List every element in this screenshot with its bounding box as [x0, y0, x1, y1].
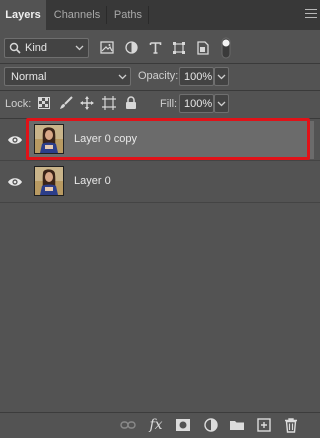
layer-name: Layer 0 copy	[74, 133, 137, 145]
chevron-down-icon	[118, 74, 127, 80]
visibility-eye-icon[interactable]	[7, 175, 23, 189]
opacity-label: Opacity:	[138, 70, 179, 82]
chevron-down-icon	[217, 101, 226, 107]
image-filter-icon[interactable]	[100, 41, 114, 54]
shape-filter-icon[interactable]	[172, 41, 186, 55]
filter-toggle-icon[interactable]	[221, 37, 231, 59]
visibility-eye-icon[interactable]	[7, 133, 23, 147]
tab-paths[interactable]: Paths	[110, 0, 146, 30]
opacity-value: 100%	[184, 71, 213, 83]
add-mask-icon[interactable]	[175, 417, 191, 433]
layers-panel: Layers Channels Paths Kind Normal Opacit…	[0, 0, 320, 438]
panel-tab-bar: Layers Channels Paths	[0, 0, 320, 30]
chevron-down-icon	[217, 74, 226, 80]
layer-thumbnail	[34, 166, 64, 196]
divider	[0, 90, 320, 91]
adjustment-filter-icon[interactable]	[125, 41, 138, 54]
fill-value: 100%	[184, 98, 213, 110]
opacity-field[interactable]: 100%	[179, 67, 214, 86]
search-icon	[9, 42, 21, 54]
divider	[0, 63, 320, 64]
tab-divider	[106, 6, 107, 24]
lock-image-pixels-icon[interactable]	[59, 96, 73, 110]
delete-layer-icon[interactable]	[283, 417, 299, 433]
layer-thumbnail	[34, 124, 64, 154]
layer-row-layer-0-copy[interactable]: Layer 0 copy	[0, 121, 320, 159]
new-adjustment-layer-icon[interactable]	[203, 417, 219, 433]
new-group-icon[interactable]	[229, 417, 245, 433]
lock-label: Lock:	[5, 98, 32, 110]
tab-layers[interactable]: Layers	[0, 0, 46, 30]
layer-row-layer-0[interactable]: Layer 0	[0, 163, 320, 201]
tab-channels[interactable]: Channels	[50, 0, 104, 30]
new-layer-icon[interactable]	[256, 417, 272, 433]
blend-mode-select[interactable]: Normal	[4, 67, 131, 86]
type-filter-icon[interactable]	[149, 41, 162, 54]
panel-menu-icon[interactable]	[305, 9, 317, 21]
tab-divider	[148, 6, 149, 24]
layer-name: Layer 0	[74, 175, 111, 187]
layer-divider	[0, 160, 320, 161]
smart-object-filter-icon[interactable]	[197, 41, 209, 55]
blend-mode-value: Normal	[11, 71, 47, 83]
chevron-down-icon	[75, 45, 84, 51]
filter-kind-label: Kind	[25, 42, 48, 54]
divider	[0, 118, 320, 119]
layer-content[interactable]: Layer 0	[27, 163, 314, 201]
fx-icon[interactable]: fx	[148, 417, 164, 433]
lock-artboard-icon[interactable]	[102, 96, 116, 110]
layers-bottom-toolbar: fx	[0, 412, 320, 438]
opacity-dropdown-button[interactable]	[214, 67, 229, 86]
filter-kind-select[interactable]: Kind	[4, 38, 89, 58]
lock-transparent-pixels-icon[interactable]	[38, 97, 50, 109]
layer-divider	[0, 202, 320, 203]
lock-all-icon[interactable]	[125, 96, 137, 110]
fill-label: Fill:	[160, 98, 178, 110]
lock-position-icon[interactable]	[80, 96, 94, 110]
fill-dropdown-button[interactable]	[214, 94, 229, 113]
layer-content[interactable]: Layer 0 copy	[27, 121, 314, 159]
fill-field[interactable]: 100%	[179, 94, 214, 113]
link-layers-icon[interactable]	[120, 417, 136, 433]
